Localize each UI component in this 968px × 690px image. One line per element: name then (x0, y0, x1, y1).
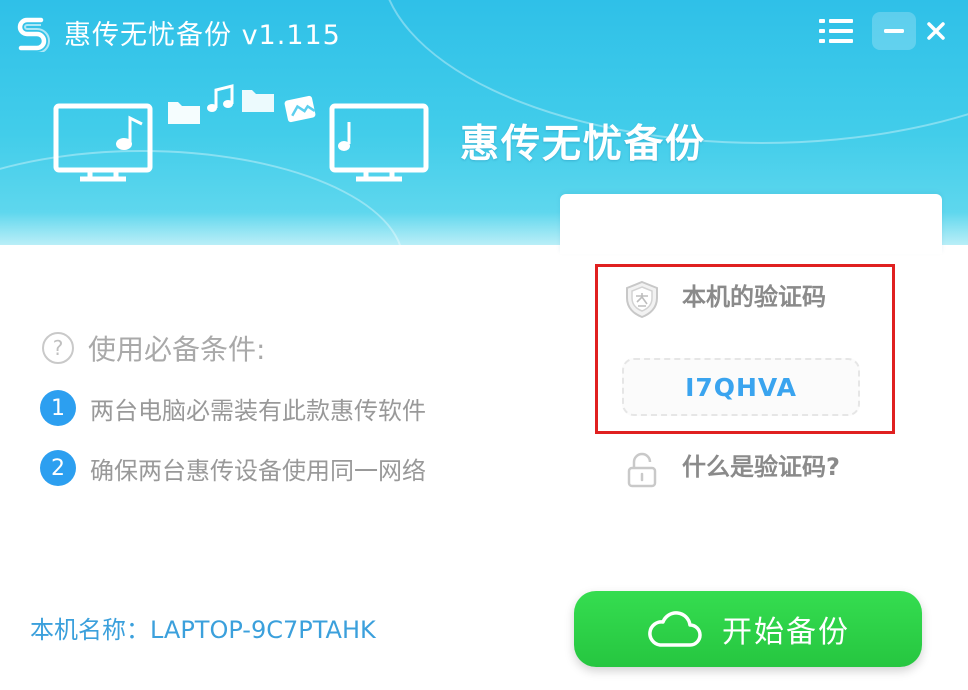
menu-list-icon (819, 19, 853, 43)
shield-icon (626, 280, 658, 318)
app-window: 惠传无忧备份 v1.115 惠传无忧备份 ? 使用必备条件: 1 两台电脑必需装… (0, 0, 968, 690)
requirement-item: 1 两台电脑必需装有此款惠传软件 (40, 388, 426, 428)
requirement-text: 两台电脑必需装有此款惠传软件 (90, 396, 426, 425)
step-number-badge: 1 (40, 390, 76, 426)
start-backup-label: 开始备份 (722, 615, 850, 650)
banner-illustration (53, 84, 429, 182)
folder-icon (168, 90, 274, 124)
music-note-icon (338, 122, 351, 151)
s-logo-icon (17, 17, 50, 52)
image-icon (284, 95, 316, 123)
monitor-icon (53, 103, 153, 182)
verify-code-display[interactable]: I7QHVA (622, 358, 860, 416)
menu-button[interactable] (814, 12, 858, 50)
music-note-icon (116, 115, 143, 150)
requirement-item: 2 确保两台惠传设备使用同一网络 (40, 448, 426, 488)
lock-icon (627, 452, 657, 488)
close-button[interactable] (914, 12, 958, 50)
requirement-text: 确保两台惠传设备使用同一网络 (90, 456, 426, 485)
requirements-title: 使用必备条件: (88, 333, 266, 366)
minimize-icon (884, 29, 904, 33)
requirements-heading: ? 使用必备条件: (42, 330, 265, 366)
verify-tab-card (560, 194, 942, 254)
start-backup-button[interactable]: 开始备份 (574, 591, 922, 667)
window-title: 惠传无忧备份 v1.115 (64, 20, 341, 51)
banner-title: 惠传无忧备份 (460, 122, 707, 167)
verify-code-label: 本机的验证码 (682, 283, 826, 311)
question-icon: ? (42, 332, 74, 364)
cloud-icon (648, 611, 702, 647)
step-number-badge: 2 (40, 450, 76, 486)
music-note-icon (207, 84, 234, 112)
close-icon (927, 22, 945, 40)
minimize-button[interactable] (872, 12, 916, 50)
what-is-verify-code-link[interactable]: 什么是验证码? (682, 450, 840, 484)
machine-name-label: 本机名称：LAPTOP-9C7PTAHK (30, 616, 376, 644)
